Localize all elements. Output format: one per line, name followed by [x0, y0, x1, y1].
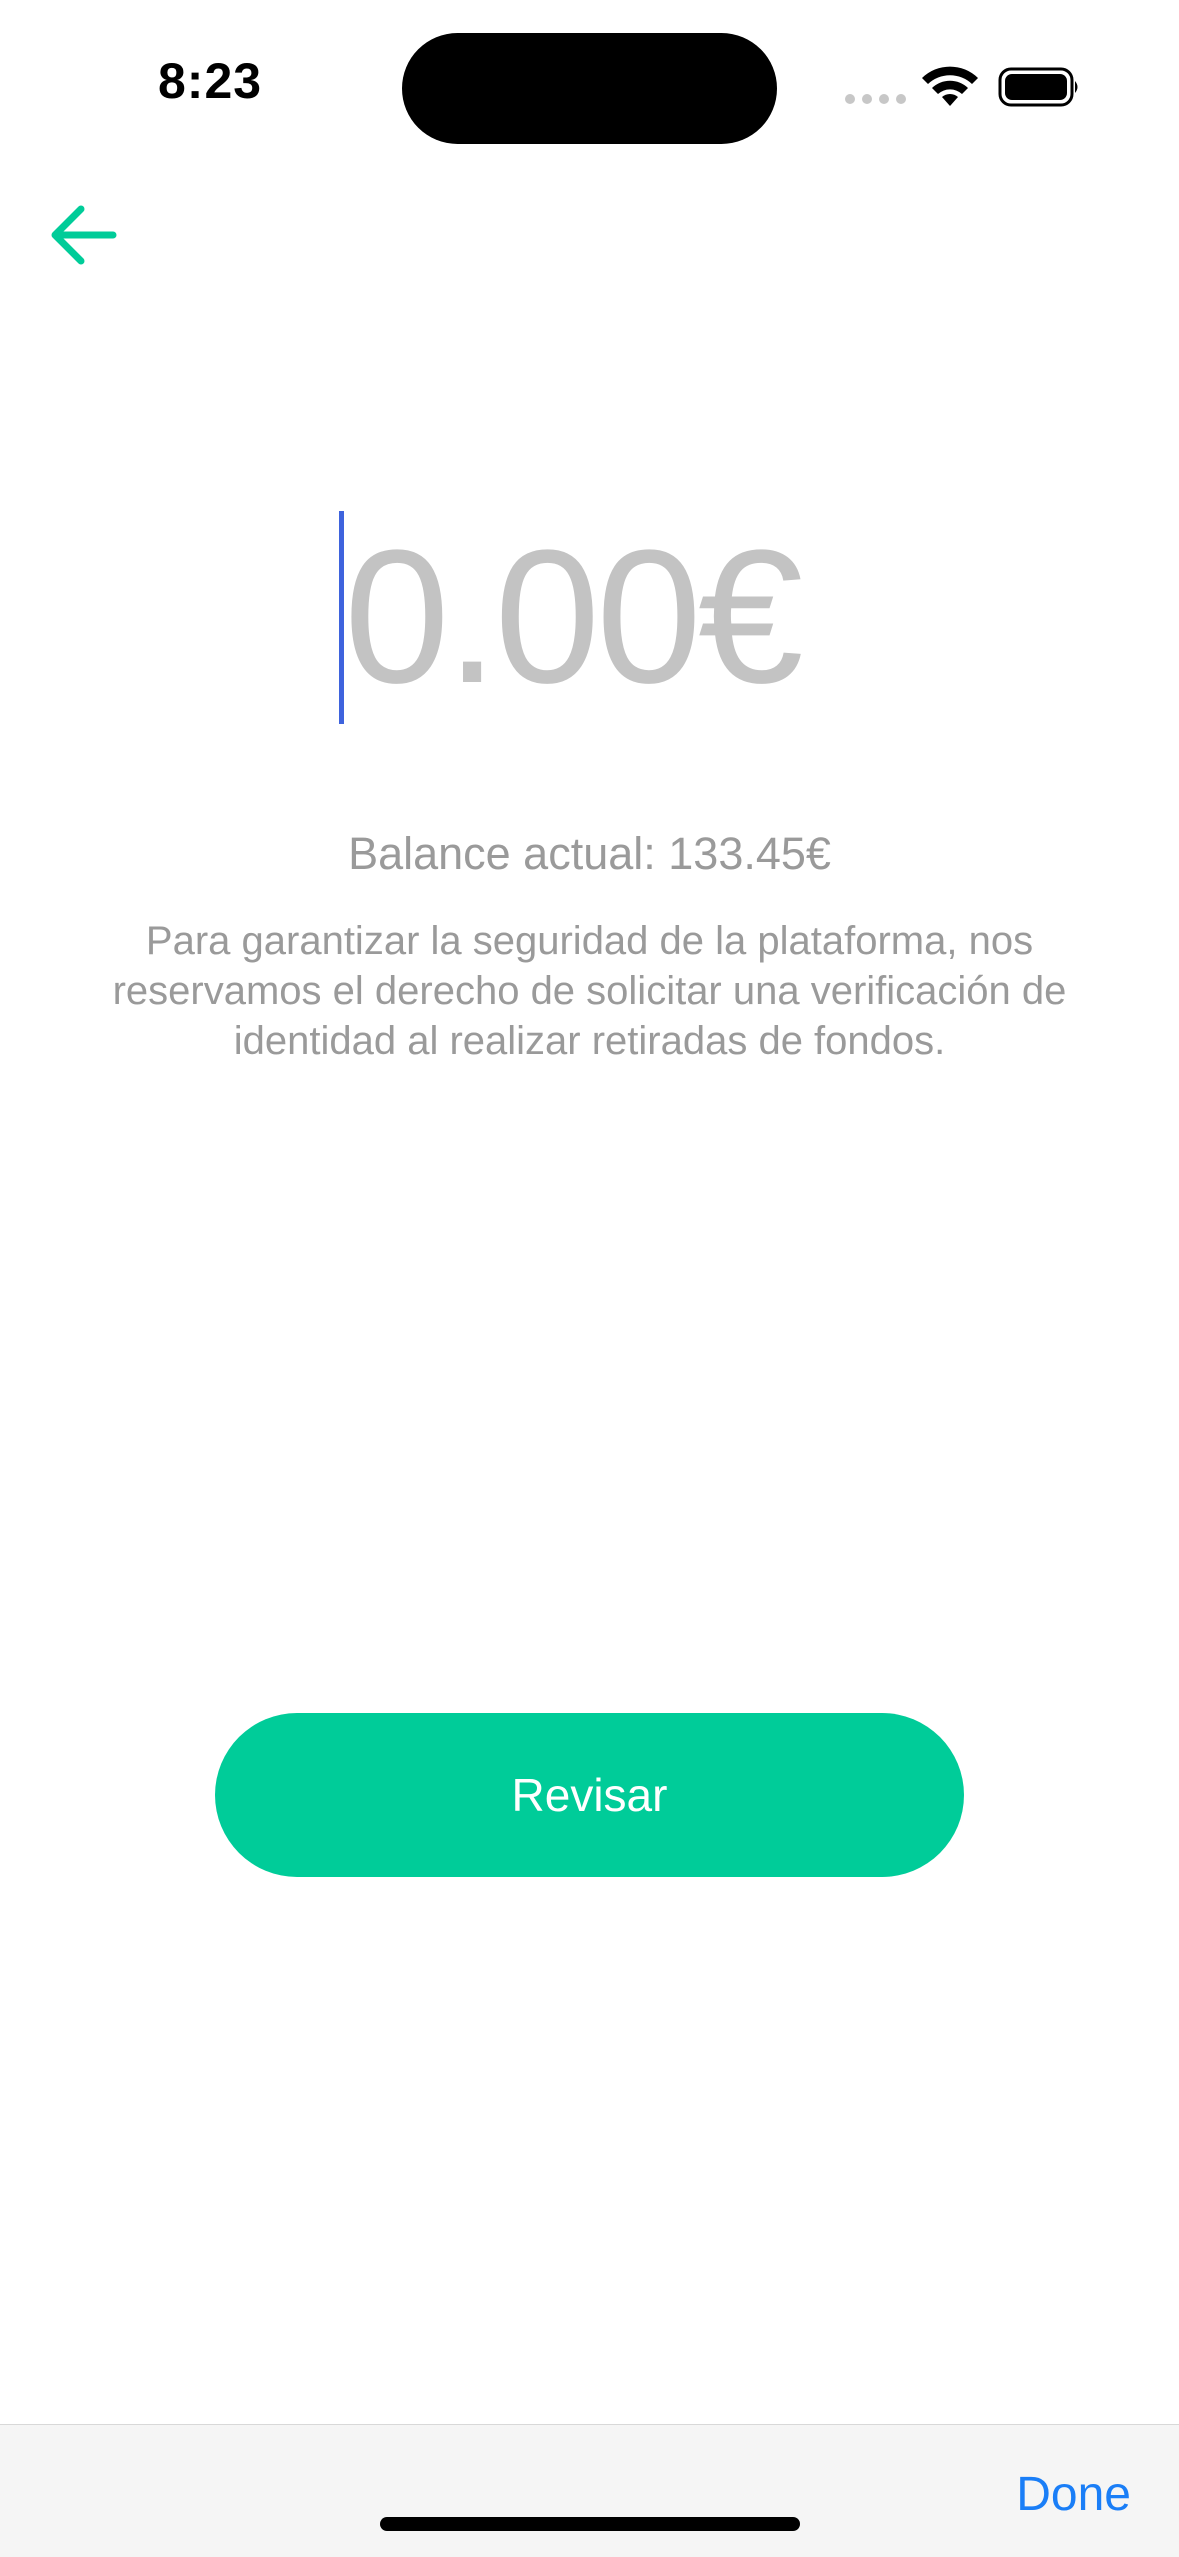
amount-input[interactable]: 0.00€	[330, 505, 850, 730]
arrow-left-icon	[51, 205, 117, 265]
review-button[interactable]: Revisar	[215, 1713, 964, 1877]
keyboard-toolbar: Done	[0, 2424, 1179, 2557]
done-button[interactable]: Done	[1016, 2467, 1131, 2522]
battery-icon	[998, 67, 1078, 107]
cellular-icon	[845, 94, 906, 104]
wifi-icon	[922, 66, 978, 106]
verification-notice: Para garantizar la seguridad de la plata…	[112, 919, 1067, 1063]
dynamic-island	[402, 33, 777, 144]
status-time: 8:23	[158, 53, 263, 109]
current-balance: Balance actual: 133.45€	[348, 828, 831, 879]
back-button[interactable]	[44, 195, 124, 275]
home-indicator	[380, 2517, 800, 2531]
amount-placeholder: 0.00€	[344, 511, 803, 723]
